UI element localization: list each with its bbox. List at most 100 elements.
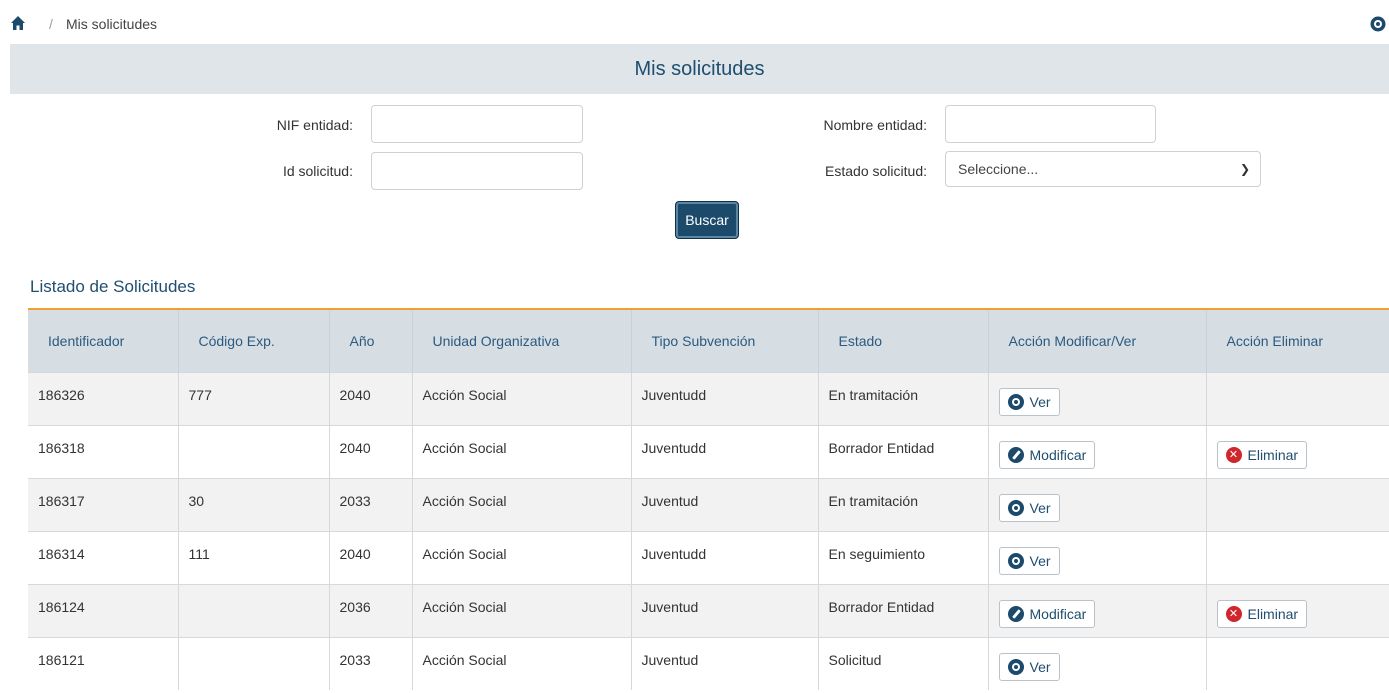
- cell-anio: 2040: [329, 530, 413, 584]
- search-button[interactable]: Buscar: [675, 201, 739, 239]
- cell-id: 186314: [28, 530, 179, 584]
- button-label: Eliminar: [1247, 446, 1299, 463]
- ver-button[interactable]: Ver: [998, 546, 1060, 575]
- cell-codigo: 777: [178, 371, 330, 425]
- cell-estado: Solicitud: [818, 636, 989, 690]
- cell-eliminar: [1206, 477, 1389, 531]
- cell-codigo: [178, 636, 330, 690]
- pencil-icon: [1007, 446, 1024, 463]
- pencil-icon: [1007, 605, 1024, 622]
- column-header: Acción Modificar/Ver: [988, 310, 1207, 372]
- cell-codigo: [178, 424, 330, 478]
- cell-unidad: Acción Social: [412, 477, 632, 531]
- cell-text: 186124: [38, 598, 85, 615]
- cell-tipo: Juventud: [631, 583, 819, 637]
- cell-id: 186317: [28, 477, 179, 531]
- cell-estado: Borrador Entidad: [818, 583, 989, 637]
- breadcrumb-separator: /: [49, 16, 53, 32]
- estado-select-value: Seleccione...: [958, 161, 1039, 177]
- cell-anio: 2040: [329, 424, 413, 478]
- home-icon[interactable]: [10, 15, 26, 31]
- cell-id: 186318: [28, 424, 179, 478]
- id-input[interactable]: [371, 152, 583, 190]
- cell-text: Borrador Entidad: [828, 598, 935, 615]
- cell-anio: 2033: [329, 477, 413, 531]
- page-title: Mis solicitudes: [634, 58, 765, 80]
- cell-eliminar: [1206, 371, 1389, 425]
- cell-text: Acción Social: [422, 598, 507, 615]
- modificar-button[interactable]: Modificar: [998, 599, 1096, 628]
- column-header[interactable]: Año: [329, 310, 413, 372]
- table-row: 186317 30 2033 Acción Social Juventud En…: [28, 477, 1389, 531]
- solicitudes-table: Identificador Código Exp. Año Unidad Org…: [28, 310, 1389, 690]
- cell-unidad: Acción Social: [412, 636, 632, 690]
- cell-anio: 2040: [329, 371, 413, 425]
- cell-text: 30: [188, 492, 205, 509]
- eye-icon[interactable]: [1370, 16, 1386, 32]
- cell-tipo: Juventudd: [631, 371, 819, 425]
- button-label: Ver: [1029, 552, 1051, 569]
- cell-codigo: [178, 583, 330, 637]
- cell-text: 111: [188, 545, 210, 562]
- eye-icon: [1007, 499, 1024, 516]
- column-header: Acción Eliminar: [1206, 310, 1389, 372]
- cell-accion: Ver: [988, 477, 1207, 531]
- cell-text: 186314: [38, 545, 85, 562]
- cell-eliminar: [1206, 530, 1389, 584]
- cell-text: 186318: [38, 439, 85, 456]
- cell-text: 186326: [38, 386, 85, 403]
- button-label: Eliminar: [1247, 605, 1299, 622]
- cell-estado: En seguimiento: [818, 530, 989, 584]
- cell-unidad: Acción Social: [412, 583, 632, 637]
- button-label: Ver: [1029, 658, 1051, 675]
- cell-text: En seguimiento: [828, 545, 926, 562]
- cell-text: Acción Social: [422, 651, 507, 668]
- cell-eliminar: [1206, 636, 1389, 690]
- modificar-button[interactable]: Modificar: [998, 440, 1096, 469]
- column-header[interactable]: Código Exp.: [178, 310, 330, 372]
- cell-id: 186121: [28, 636, 179, 690]
- cell-accion: Modificar: [988, 424, 1207, 478]
- table-row: 186314 111 2040 Acción Social Juventudd …: [28, 530, 1389, 584]
- cell-eliminar: ✕ Eliminar: [1206, 583, 1389, 637]
- column-header[interactable]: Estado: [818, 310, 989, 372]
- nombre-input[interactable]: [945, 105, 1156, 143]
- column-header[interactable]: Tipo Subvención: [631, 310, 819, 372]
- cell-text: Acción Social: [422, 545, 507, 562]
- eliminar-button[interactable]: ✕ Eliminar: [1216, 440, 1308, 469]
- cell-text: Juventudd: [641, 545, 707, 562]
- cell-text: Solicitud: [828, 651, 882, 668]
- nif-label: NIF entidad:: [276, 117, 353, 133]
- cell-tipo: Juventudd: [631, 424, 819, 478]
- cell-text: Borrador Entidad: [828, 439, 935, 456]
- ver-button[interactable]: Ver: [998, 387, 1060, 416]
- breadcrumb: / Mis solicitudes: [0, 0, 1389, 44]
- nif-input[interactable]: [371, 105, 583, 143]
- ver-button[interactable]: Ver: [998, 652, 1060, 681]
- estado-select[interactable]: Seleccione... ❯: [945, 151, 1261, 187]
- cell-estado: En tramitación: [818, 371, 989, 425]
- cell-text: Juventud: [641, 651, 699, 668]
- button-label: Modificar: [1029, 605, 1087, 622]
- cell-text: 2040: [339, 545, 371, 562]
- column-header[interactable]: Unidad Organizativa: [412, 310, 632, 372]
- cell-accion: Ver: [988, 636, 1207, 690]
- cell-unidad: Acción Social: [412, 424, 632, 478]
- cell-text: Juventud: [641, 492, 699, 509]
- eliminar-button[interactable]: ✕ Eliminar: [1216, 599, 1308, 628]
- cell-eliminar: ✕ Eliminar: [1206, 424, 1389, 478]
- cell-unidad: Acción Social: [412, 530, 632, 584]
- cell-estado: Borrador Entidad: [818, 424, 989, 478]
- cell-tipo: Juventudd: [631, 530, 819, 584]
- cell-tipo: Juventud: [631, 477, 819, 531]
- estado-label: Estado solicitud:: [825, 163, 927, 179]
- table-row: 186318 2040 Acción Social Juventudd Borr…: [28, 424, 1389, 478]
- cell-text: 2033: [339, 651, 371, 668]
- cell-text: 2040: [339, 386, 371, 403]
- column-header[interactable]: Identificador: [28, 310, 179, 372]
- ver-button[interactable]: Ver: [998, 493, 1060, 522]
- cell-text: En tramitación: [828, 492, 918, 509]
- cell-text: Acción Social: [422, 386, 507, 403]
- eye-icon: [1007, 658, 1024, 675]
- cell-text: 2040: [339, 439, 371, 456]
